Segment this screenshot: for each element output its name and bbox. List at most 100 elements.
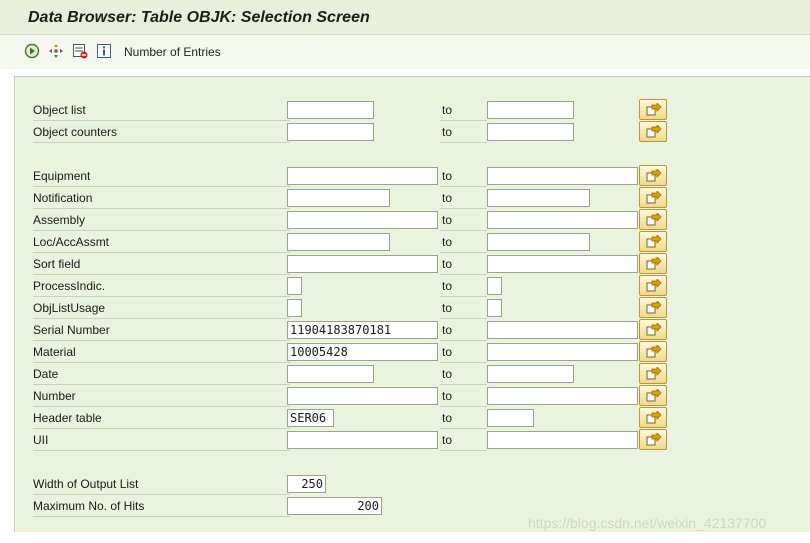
sort-field-high-input[interactable] <box>487 255 638 273</box>
processindic-low-input[interactable] <box>287 277 302 295</box>
to-label: to <box>440 410 487 429</box>
to-label: to <box>440 300 487 319</box>
multiple-selection-button[interactable] <box>639 253 667 274</box>
max-hits-input[interactable]: 200 <box>287 497 382 515</box>
to-label: to <box>440 102 487 121</box>
field-label: Date <box>33 366 290 385</box>
to-label: to <box>440 344 487 363</box>
field-row-assembly: Assembly to <box>15 209 810 231</box>
multiple-selection-button[interactable] <box>639 121 667 142</box>
serial-number-low-input[interactable]: 11904183870181 <box>287 321 438 339</box>
multiple-selection-button[interactable] <box>639 363 667 384</box>
equipment-low-input[interactable] <box>287 167 438 185</box>
number-of-entries-button[interactable]: Number of Entries <box>124 45 221 59</box>
multiple-selection-button[interactable] <box>639 297 667 318</box>
serial-number-high-input[interactable] <box>487 321 638 339</box>
execute-icon[interactable] <box>24 43 40 59</box>
window-title: Data Browser: Table OBJK: Selection Scre… <box>28 9 370 26</box>
field-row-objlistusage: ObjListUsage to <box>15 297 810 319</box>
field-row-object-counters: Object counters to <box>15 121 810 143</box>
uii-high-input[interactable] <box>487 431 638 449</box>
field-label: ObjListUsage <box>33 300 290 319</box>
notification-low-input[interactable] <box>287 189 390 207</box>
multiple-selection-button[interactable] <box>639 209 667 230</box>
info-icon[interactable] <box>96 43 112 59</box>
equipment-high-input[interactable] <box>487 167 638 185</box>
object-list-high-input[interactable] <box>487 101 574 119</box>
field-row-number: Number to <box>15 385 810 407</box>
multiple-selection-button[interactable] <box>639 165 667 186</box>
field-label: Sort field <box>33 256 290 275</box>
assembly-high-input[interactable] <box>487 211 638 229</box>
multiple-selection-button[interactable] <box>639 341 667 362</box>
field-label: Loc/AccAssmt <box>33 234 290 253</box>
number-low-input[interactable] <box>287 387 438 405</box>
field-label: Object counters <box>33 124 290 143</box>
field-row-uii: UII to <box>15 429 810 451</box>
fields-selection-icon[interactable] <box>72 43 88 59</box>
header-table-low-input[interactable]: SER06 <box>287 409 334 427</box>
to-label: to <box>440 278 487 297</box>
field-label: Equipment <box>33 168 290 187</box>
field-label: ProcessIndic. <box>33 278 290 297</box>
to-label: to <box>440 234 487 253</box>
uii-low-input[interactable] <box>287 431 438 449</box>
header-table-high-input[interactable] <box>487 409 534 427</box>
processindic-high-input[interactable] <box>487 277 502 295</box>
max-hits-label: Maximum No. of Hits <box>33 498 290 517</box>
field-row-material: Material 10005428 to <box>15 341 810 363</box>
material-low-input[interactable]: 10005428 <box>287 343 438 361</box>
number-high-input[interactable] <box>487 387 638 405</box>
max-hits-row: Maximum No. of Hits 200 <box>15 495 810 517</box>
multiple-selection-button[interactable] <box>639 319 667 340</box>
field-row-loc-accassmt: Loc/AccAssmt to <box>15 231 810 253</box>
multiple-selection-button[interactable] <box>639 187 667 208</box>
field-row-serial-number: Serial Number 11904183870181 to <box>15 319 810 341</box>
to-label: to <box>440 322 487 341</box>
multiple-selection-button[interactable] <box>639 407 667 428</box>
material-high-input[interactable] <box>487 343 638 361</box>
application-toolbar: Number of Entries <box>0 35 810 69</box>
title-bar: Data Browser: Table OBJK: Selection Scre… <box>0 0 810 35</box>
date-low-input[interactable] <box>287 365 374 383</box>
field-row-equipment: Equipment to <box>15 165 810 187</box>
field-row-object-list: Object list to <box>15 99 810 121</box>
field-row-date: Date to <box>15 363 810 385</box>
multiple-selection-button[interactable] <box>639 275 667 296</box>
field-label: Notification <box>33 190 290 209</box>
field-row-notification: Notification to <box>15 187 810 209</box>
to-label: to <box>440 432 487 451</box>
multiple-selection-button[interactable] <box>639 385 667 406</box>
object-list-low-input[interactable] <box>287 101 374 119</box>
object-counters-high-input[interactable] <box>487 123 574 141</box>
to-label: to <box>440 212 487 231</box>
multiple-selection-button[interactable] <box>639 99 667 120</box>
to-label: to <box>440 388 487 407</box>
selection-panel: Object list to Object counters to Equipment t… <box>14 76 810 532</box>
field-row-sort-field: Sort field to <box>15 253 810 275</box>
assembly-low-input[interactable] <box>287 211 438 229</box>
loc-accassmt-low-input[interactable] <box>287 233 390 251</box>
output-width-label: Width of Output List <box>33 476 290 495</box>
date-high-input[interactable] <box>487 365 574 383</box>
multiple-selection-button[interactable] <box>639 231 667 252</box>
field-label: Material <box>33 344 290 363</box>
objlistusage-low-input[interactable] <box>287 299 302 317</box>
field-row-processindic: ProcessIndic. to <box>15 275 810 297</box>
output-width-input[interactable]: 250 <box>287 475 326 493</box>
field-label: Serial Number <box>33 322 290 341</box>
field-label: Header table <box>33 410 290 429</box>
watermark: https://blog.csdn.net/weixin_42137700 <box>528 515 767 531</box>
multiple-selection-icon[interactable] <box>48 43 64 59</box>
field-label: Number <box>33 388 290 407</box>
sort-field-low-input[interactable] <box>287 255 438 273</box>
to-label: to <box>440 124 487 143</box>
multiple-selection-button[interactable] <box>639 429 667 450</box>
field-label: Object list <box>33 102 290 121</box>
object-counters-low-input[interactable] <box>287 123 374 141</box>
to-label: to <box>440 190 487 209</box>
objlistusage-high-input[interactable] <box>487 299 502 317</box>
loc-accassmt-high-input[interactable] <box>487 233 590 251</box>
field-row-header-table: Header table SER06 to <box>15 407 810 429</box>
notification-high-input[interactable] <box>487 189 590 207</box>
